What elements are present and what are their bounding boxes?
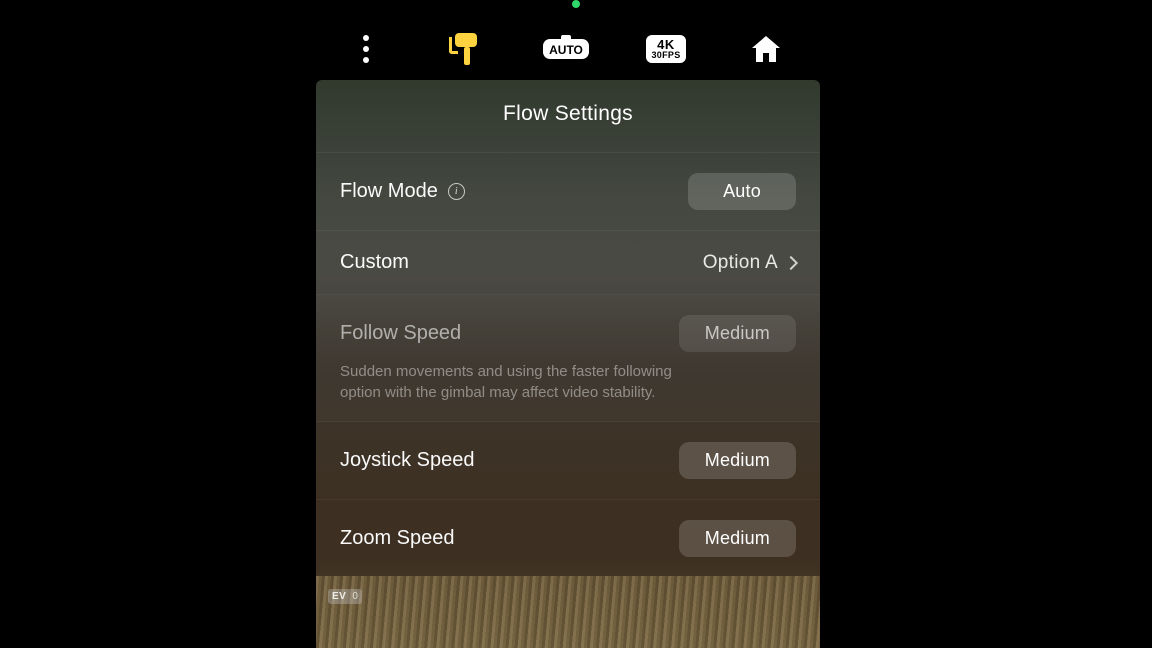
more-menu-button[interactable] [346, 29, 386, 69]
panel-title: Flow Settings [316, 80, 820, 153]
flow-mode-label: Flow Mode [340, 180, 465, 203]
auto-badge-icon: AUTO [543, 39, 589, 59]
follow-speed-value-button[interactable]: Medium [679, 315, 796, 352]
flow-settings-panel: Flow Settings Flow Mode Auto Custom Opti… [316, 80, 820, 648]
zoom-speed-label: Zoom Speed [340, 527, 455, 550]
joystick-speed-label: Joystick Speed [340, 449, 475, 472]
app-stage: AUTO 4K 30FPS Flow Settings Flow Mode Au… [0, 0, 1152, 648]
follow-speed-label: Follow Speed [340, 322, 461, 345]
joystick-speed-value-button[interactable]: Medium [679, 442, 796, 479]
row-joystick-speed: Joystick Speed Medium [316, 422, 820, 500]
custom-label: Custom [340, 251, 409, 274]
chevron-right-icon [784, 255, 798, 269]
custom-value-link: Option A [703, 252, 796, 274]
ev-value: 0 [352, 591, 358, 602]
ev-badge-text: EV [332, 591, 346, 602]
ev-badge: EV 0 [328, 589, 362, 604]
resolution-button[interactable]: 4K 30FPS [646, 29, 686, 69]
row-zoom-speed: Zoom Speed Medium [316, 500, 820, 577]
row-custom[interactable]: Custom Option A [316, 231, 820, 295]
info-icon[interactable] [448, 183, 465, 200]
row-flow-mode: Flow Mode Auto [316, 153, 820, 231]
custom-value-text: Option A [703, 252, 778, 274]
flow-mode-value-button[interactable]: Auto [688, 173, 796, 210]
zoom-speed-value-button[interactable]: Medium [679, 520, 796, 557]
gimbal-icon [451, 33, 481, 65]
row-follow-speed-block: Follow Speed Medium Sudden movements and… [316, 295, 820, 422]
gimbal-mode-button[interactable] [446, 29, 486, 69]
home-button[interactable] [746, 29, 786, 69]
recording-indicator-dot [572, 0, 580, 8]
row-follow-speed: Follow Speed Medium [316, 295, 820, 372]
resolution-badge-icon: 4K 30FPS [646, 35, 685, 63]
auto-mode-button[interactable]: AUTO [546, 29, 586, 69]
more-vertical-icon [363, 35, 369, 63]
resolution-line2: 30FPS [651, 51, 680, 60]
home-icon [750, 34, 782, 64]
flow-mode-label-text: Flow Mode [340, 180, 438, 203]
top-toolbar: AUTO 4K 30FPS [316, 24, 820, 74]
